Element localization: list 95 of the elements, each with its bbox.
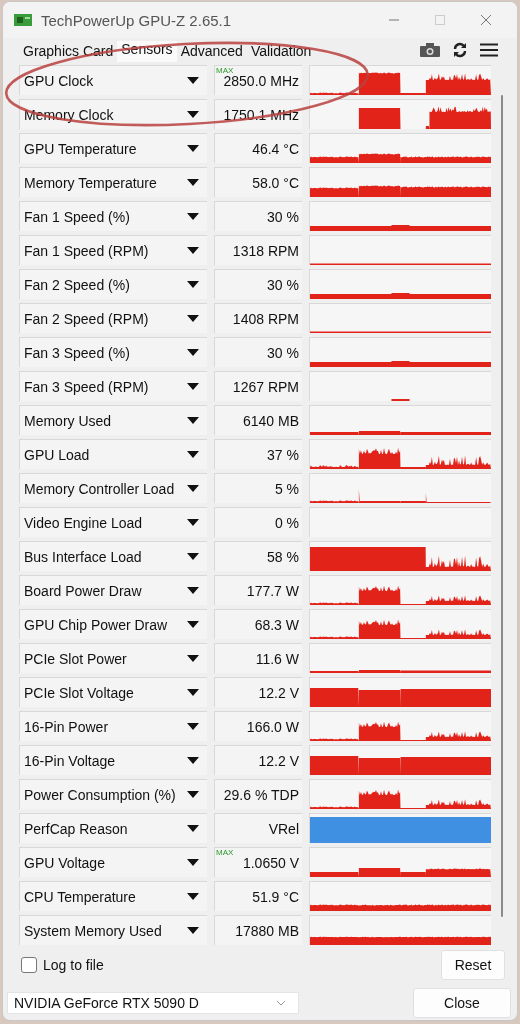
caret-icon — [187, 451, 199, 458]
sensor-value: 58 % — [267, 548, 299, 565]
sensor-selector[interactable]: Memory Controller Load — [19, 473, 207, 503]
window-title: TechPowerUp GPU-Z 2.65.1 — [41, 11, 233, 29]
sensor-selector[interactable]: Fan 2 Speed (RPM) — [19, 303, 207, 333]
caret-icon — [187, 859, 199, 866]
sensor-value: 58.0 °C — [252, 174, 299, 191]
sensor-value: 1408 RPM — [232, 310, 299, 327]
caret-icon — [187, 247, 199, 254]
caret-icon — [187, 315, 199, 322]
sensor-value: 1267 RPM — [232, 378, 299, 395]
sensor-selector[interactable]: CPU Temperature — [19, 881, 207, 911]
camera-icon — [420, 43, 440, 57]
sensor-selector[interactable]: PCIe Slot Power — [19, 643, 207, 673]
sensor-selector[interactable]: Board Power Draw — [19, 575, 207, 605]
caret-icon — [187, 927, 199, 934]
caret-icon — [187, 893, 199, 900]
sensor-value: 166.0 W — [246, 718, 299, 735]
sensor-selector[interactable]: Fan 2 Speed (%) — [19, 269, 207, 299]
sensor-value: 0 % — [274, 514, 299, 531]
sensor-value: 11.6 W — [255, 650, 299, 667]
sensor-value: 46.4 °C — [252, 140, 299, 157]
sensor-value: 51.9 °C — [252, 888, 299, 905]
caret-icon — [187, 281, 199, 288]
sensor-selector[interactable]: Memory Temperature — [19, 167, 207, 197]
sensor-selector[interactable]: 16-Pin Power — [19, 711, 207, 741]
sensor-value: 29.6 % TDP — [223, 786, 299, 803]
sensor-selector[interactable]: PerfCap Reason — [19, 813, 207, 843]
sensor-selector[interactable]: Memory Used — [19, 405, 207, 435]
gpu-dropdown[interactable]: NVIDIA GeForce RTX 5090 D — [7, 992, 299, 1014]
sensor-selector[interactable]: GPU Chip Power Draw — [19, 609, 207, 639]
caret-icon — [187, 553, 199, 560]
tab[interactable]: Advanced — [176, 41, 247, 62]
sensor-value: 17880 MB — [235, 922, 299, 939]
sensor-selector[interactable]: Power Consumption (%) — [19, 779, 207, 809]
sensor-value: 12.2 V — [258, 684, 299, 701]
sensor-selector[interactable]: GPU Load — [19, 439, 207, 469]
log-to-file-checkbox[interactable]: Log to file — [21, 957, 104, 973]
sensor-value: 68.3 W — [254, 616, 299, 633]
caret-icon — [187, 417, 199, 424]
tab[interactable]: Validation — [246, 41, 316, 62]
caret-icon — [187, 621, 199, 628]
sensor-value: 177.7 W — [246, 582, 299, 599]
caret-icon — [187, 825, 199, 832]
menu-button[interactable] — [477, 40, 501, 60]
sensor-value: VRel — [268, 820, 299, 837]
close-icon — [480, 14, 492, 26]
caret-icon — [187, 689, 199, 696]
caret-icon — [187, 655, 199, 662]
caret-icon — [187, 519, 199, 526]
sensor-selector[interactable]: GPU Temperature — [19, 133, 207, 163]
caret-icon — [187, 145, 199, 152]
sensor-value: 6140 MB — [242, 412, 299, 429]
max-tag: MAX — [216, 66, 234, 75]
scrollbar-thumb[interactable] — [501, 95, 503, 917]
caret-icon — [187, 485, 199, 492]
caret-icon — [187, 77, 199, 84]
screenshot-button[interactable] — [417, 40, 443, 60]
app-icon — [13, 12, 33, 28]
caret-icon — [187, 587, 199, 594]
sensor-value: 30 % — [267, 208, 299, 225]
caret-icon — [187, 111, 199, 118]
reset-button[interactable]: Reset — [441, 950, 505, 980]
sensor-value: 2850.0 MHz — [223, 72, 299, 89]
sensor-selector[interactable]: Fan 3 Speed (RPM) — [19, 371, 207, 401]
sensor-selector[interactable]: GPU Voltage — [19, 847, 207, 877]
sensor-selector[interactable]: GPU Clock — [19, 65, 207, 95]
maximize-icon — [434, 14, 446, 26]
max-tag: MAX — [216, 848, 234, 857]
caret-icon — [187, 757, 199, 764]
sensor-selector[interactable]: Fan 1 Speed (RPM) — [19, 235, 207, 265]
sensor-selector[interactable]: Fan 1 Speed (%) — [19, 201, 207, 231]
sensor-value: 1.0650 V — [242, 854, 299, 871]
menu-icon — [480, 43, 498, 57]
sensor-value: 5 % — [274, 480, 299, 497]
sensor-value: 1318 RPM — [232, 242, 299, 259]
refresh-icon — [452, 42, 468, 58]
chevron-icon — [276, 1000, 286, 1006]
sensor-value: 30 % — [267, 344, 299, 361]
caret-icon — [187, 349, 199, 356]
sensor-selector[interactable]: Video Engine Load — [19, 507, 207, 537]
close-button[interactable]: Close — [413, 988, 511, 1018]
sensor-selector[interactable]: 16-Pin Voltage — [19, 745, 207, 775]
sensor-value: 30 % — [267, 276, 299, 293]
sensor-value: 37 % — [267, 446, 299, 463]
sensor-selector[interactable]: PCIe Slot Voltage — [19, 677, 207, 707]
sensor-selector[interactable]: System Memory Used — [19, 915, 207, 945]
caret-icon — [187, 179, 199, 186]
caret-icon — [187, 213, 199, 220]
sensor-value: 12.2 V — [258, 752, 299, 769]
sensor-selector[interactable]: Bus Interface Load — [19, 541, 207, 571]
caret-icon — [187, 723, 199, 730]
caret-icon — [187, 383, 199, 390]
sensor-selector[interactable]: Fan 3 Speed (%) — [19, 337, 207, 367]
caret-icon — [187, 791, 199, 798]
